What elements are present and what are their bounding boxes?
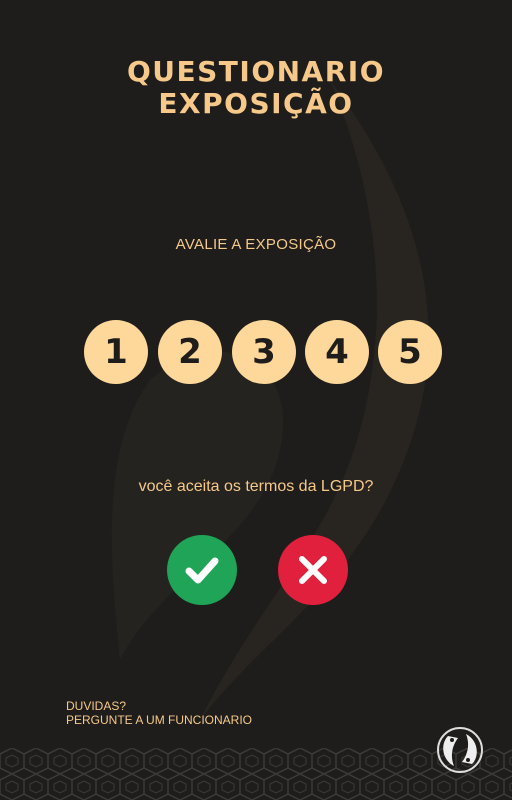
rating-button-5[interactable]: 5 (378, 320, 442, 384)
koi-fish-icon (437, 727, 483, 773)
background-swirl (111, 80, 429, 720)
decline-button[interactable] (278, 535, 348, 605)
rating-button-4[interactable]: 4 (305, 320, 369, 384)
rating-prompt: AVALIE A EXPOSIÇÃO (175, 236, 337, 253)
page-title-line1: QUESTIONARIO (126, 55, 386, 88)
help-line-2: PERGUNTE A UM FUNCIONARIO (66, 713, 253, 727)
rating-options: 1 2 3 4 5 (0, 320, 512, 384)
rating-button-2[interactable]: 2 (158, 320, 222, 384)
check-icon (185, 557, 219, 584)
rating-button-1[interactable]: 1 (84, 320, 148, 384)
rating-button-3[interactable]: 3 (232, 320, 296, 384)
help-line-1: DUVIDAS? (66, 699, 127, 713)
help-footer: DUVIDAS? PERGUNTE A UM FUNCIONARIO (66, 699, 252, 727)
lgpd-question: você aceita os termos da LGPD? (138, 478, 374, 495)
page-title-line2: EXPOSIÇÃO (158, 87, 354, 120)
x-icon (299, 556, 327, 584)
accept-button[interactable] (167, 535, 237, 605)
